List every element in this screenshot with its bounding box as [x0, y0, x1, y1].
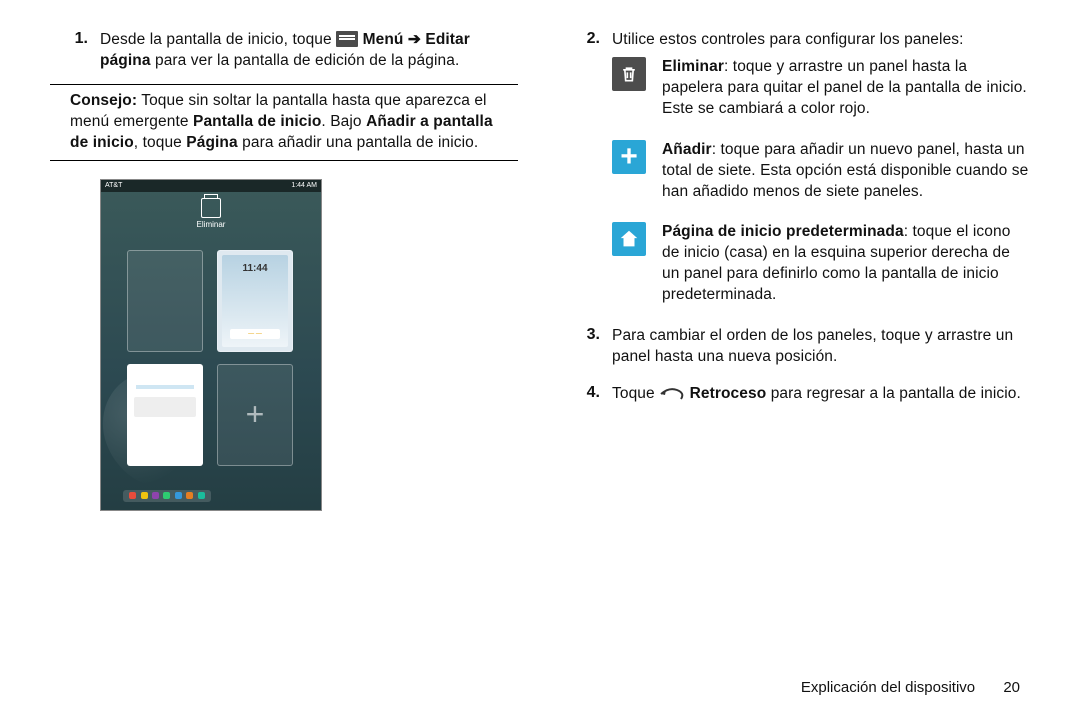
left-column: 1. Desde la pantalla de inicio, toque Me… [50, 30, 518, 700]
step-1-text: Desde la pantalla de inicio, toque Menú … [100, 30, 518, 72]
tip-box: Consejo: Toque sin soltar la pantalla ha… [50, 91, 518, 154]
widget-clock: 11:44 [222, 263, 288, 274]
section-title: Explicación del dispositivo [801, 679, 975, 696]
panel-thumb [127, 364, 203, 466]
add-panel-thumb: + [217, 364, 293, 466]
control-text: Página de inicio predeterminada: toque e… [662, 222, 1030, 306]
control-home: Página de inicio predeterminada: toque e… [562, 222, 1030, 312]
widget-chip: — — [230, 329, 280, 339]
home-icon [612, 222, 646, 256]
text: Desde la pantalla de inicio, toque [100, 31, 336, 48]
step-2: 2. Utilice estos controles para configur… [562, 30, 1030, 57]
step-number: 1. [70, 30, 88, 78]
step-4-text: Toque Retroceso para regresar a la panta… [612, 384, 1021, 405]
menu-label: Menú [363, 31, 404, 48]
text: Toque [612, 385, 659, 402]
tip-label: Consejo: [70, 92, 137, 109]
control-text: Añadir: toque para añadir un nuevo panel… [662, 140, 1030, 203]
divider [50, 84, 518, 85]
text: para regresar a la pantalla de inicio. [766, 385, 1021, 402]
plus-icon: + [612, 140, 646, 174]
step-3: 3. Para cambiar el orden de los paneles,… [562, 326, 1030, 374]
step-4: 4. Toque Retroceso para regresar a la pa… [562, 384, 1030, 411]
plus-icon: + [246, 396, 265, 433]
menu-icon [336, 31, 358, 47]
text: . Bajo [321, 113, 366, 130]
phone-screenshot: AT&T 1:44 AM Eliminar 11:44 — — [50, 179, 518, 511]
label: Eliminar [662, 58, 724, 75]
text: : toque para añadir un nuevo panel, hast… [662, 141, 1028, 200]
clock-label: 1:44 AM [291, 182, 317, 189]
carrier-label: AT&T [105, 182, 122, 189]
remove-label: Eliminar [101, 220, 321, 229]
step-2-text: Utilice estos controles para configurar … [612, 30, 964, 51]
arrow-icon: ➔ [403, 31, 425, 48]
step-number: 3. [582, 326, 600, 374]
control-text: Eliminar: toque y arrastre un panel hast… [662, 57, 1030, 120]
page-number: 20 [1003, 679, 1020, 696]
label: Página de inicio predeterminada [662, 223, 904, 240]
control-anadir: + Añadir: toque para añadir un nuevo pan… [562, 140, 1030, 209]
panel-thumb-selected: 11:44 — — [217, 250, 293, 352]
back-icon [659, 387, 685, 401]
page-footer: Explicación del dispositivo 20 [801, 679, 1020, 696]
status-bar: AT&T 1:44 AM [101, 180, 321, 192]
text: Página [186, 134, 237, 151]
tip-text: Consejo: Toque sin soltar la pantalla ha… [70, 91, 498, 154]
text: para añadir una pantalla de inicio. [238, 134, 479, 151]
step-1: 1. Desde la pantalla de inicio, toque Me… [50, 30, 518, 78]
panel-thumb [127, 250, 203, 352]
text: , toque [134, 134, 187, 151]
trash-icon [201, 198, 221, 218]
label: Añadir [662, 141, 712, 158]
retroceso-label: Retroceso [690, 385, 767, 402]
text: para ver la pantalla de edición de la pá… [151, 52, 460, 69]
text: Pantalla de inicio [193, 113, 321, 130]
remove-drop-area: Eliminar [101, 198, 321, 229]
control-eliminar: Eliminar: toque y arrastre un panel hast… [562, 57, 1030, 126]
phone-frame: AT&T 1:44 AM Eliminar 11:44 — — [100, 179, 322, 511]
dock [123, 490, 211, 502]
right-column: 2. Utilice estos controles para configur… [562, 30, 1030, 700]
divider [50, 160, 518, 161]
step-3-text: Para cambiar el orden de los paneles, to… [612, 326, 1030, 368]
step-number: 4. [582, 384, 600, 411]
step-number: 2. [582, 30, 600, 57]
trash-icon [612, 57, 646, 91]
